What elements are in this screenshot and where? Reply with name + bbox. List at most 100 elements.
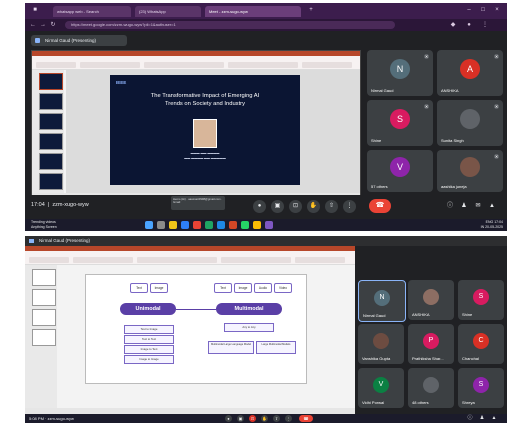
avatar	[460, 157, 480, 177]
app-icon[interactable]	[265, 221, 273, 229]
participant-name: Chanchal	[462, 356, 479, 361]
participant-tile[interactable]: S Shine ✕	[367, 100, 433, 146]
whatsapp-icon[interactable]	[241, 221, 249, 229]
participant-tile[interactable]: ANSHIKA	[408, 280, 454, 320]
participant-tile[interactable]: Sunita Singh ✕	[437, 100, 503, 146]
mail-icon[interactable]	[181, 221, 189, 229]
participant-tile[interactable]: C Chanchal	[458, 324, 504, 364]
extensions-icon[interactable]: ◆	[449, 21, 457, 29]
participant-name: 57 others	[371, 184, 388, 189]
avatar: V	[390, 157, 410, 177]
people-icon[interactable]: ♟	[459, 201, 469, 211]
slide-thumbnail[interactable]	[39, 173, 63, 190]
new-tab-icon[interactable]: +	[307, 6, 315, 14]
slide-thumbnail[interactable]	[32, 329, 56, 346]
end-call-icon: ☎	[303, 416, 309, 421]
forward-icon[interactable]: →	[39, 21, 47, 29]
ppt-ribbon	[32, 51, 360, 70]
participant-tile[interactable]: S Shine	[458, 280, 504, 320]
participant-tile[interactable]: Vanshika Gupta	[358, 324, 404, 364]
url-input[interactable]: https://meet.google.com/zzm-wugo-wyw?pli…	[65, 21, 395, 29]
unimodal-box: Image to Text	[124, 345, 174, 354]
participant-tile[interactable]: N Nirmal Gaud	[358, 280, 406, 322]
participant-tile[interactable]: N Nirmal Gaud ✕	[367, 50, 433, 96]
avatar: A	[460, 59, 480, 79]
avatar	[423, 289, 439, 305]
participant-name: Nirmal Gaud	[363, 313, 386, 318]
current-slide: IEEE The Transformative Impact of Emergi…	[110, 75, 300, 185]
participant-tile[interactable]: V Vidhi Porwal	[358, 368, 404, 408]
info-icon[interactable]: ⓘ	[445, 201, 455, 211]
unimodal-box: Image to Image	[124, 355, 174, 364]
meet-screenshot-1: whatsapp web - Search (23) WhatsApp Meet…	[25, 3, 507, 231]
slide-thumbnail[interactable]	[39, 113, 63, 130]
camera-icon[interactable]: ▣	[271, 200, 284, 213]
present-icon[interactable]: ⇧	[325, 200, 338, 213]
activities-icon[interactable]: ▲	[487, 201, 497, 211]
input-pill: Text	[214, 283, 232, 293]
more-icon[interactable]: ⋮	[343, 200, 356, 213]
window-menu-icon[interactable]: ■	[31, 6, 39, 14]
slide-thumbnail[interactable]	[32, 269, 56, 286]
raise-hand-icon[interactable]: ✋	[307, 200, 320, 213]
mic-off-icon: ✕	[494, 54, 499, 59]
participant-tile[interactable]: S Shreya	[458, 368, 504, 408]
mic-off-icon: ✕	[424, 104, 429, 109]
address-bar-row: ← → ↻ https://meet.google.com/zzm-wugo-w…	[25, 19, 507, 31]
participant-tile[interactable]: P Prathiksha Shar...	[408, 324, 454, 364]
participant-tile[interactable]: A ANSHIKA ✕	[437, 50, 503, 96]
meeting-code: zzm-xugo-wyw	[52, 202, 89, 208]
info-icon[interactable]: ⓘ	[465, 414, 475, 423]
gmail-icon[interactable]	[193, 221, 201, 229]
back-icon[interactable]: ←	[29, 21, 37, 29]
tab-meet[interactable]: Meet - zzm-sugo-wyw	[205, 6, 301, 17]
participant-tile-others[interactable]: 48 others	[408, 368, 454, 408]
raise-hand-icon[interactable]: ✋	[261, 415, 268, 422]
end-call-button[interactable]: ☎	[299, 415, 313, 422]
system-tray[interactable]: ENG 17:04 IN 20-05-2025	[481, 220, 503, 230]
slide-thumbnail[interactable]	[39, 93, 63, 110]
slide-thumbnail[interactable]	[32, 309, 56, 326]
end-call-button[interactable]: ☎	[369, 199, 391, 213]
powerpoint-icon[interactable]	[229, 221, 237, 229]
chat-icon[interactable]: ✉	[473, 201, 483, 211]
tab-search[interactable]: whatsapp web - Search	[53, 6, 131, 17]
weather-widget[interactable]: Trending videos Anything Screen	[31, 220, 57, 230]
maximize-icon[interactable]: □	[479, 6, 487, 14]
search-icon[interactable]	[157, 221, 165, 229]
edge-icon[interactable]	[217, 221, 225, 229]
slide-thumbnail[interactable]	[39, 73, 63, 90]
captions-icon[interactable]: ⊡	[289, 200, 302, 213]
captions-icon[interactable]: ⊡	[249, 415, 256, 422]
more-icon[interactable]: ⋮	[481, 21, 489, 29]
present-icon[interactable]: ⇧	[273, 415, 280, 422]
tab-label: Meet - zzm-sugo-wyw	[209, 9, 248, 14]
speaker-photo	[193, 119, 217, 148]
slide-thumbnail[interactable]	[32, 289, 56, 306]
mic-icon[interactable]: ●	[253, 200, 266, 213]
slide-thumbnail[interactable]	[39, 153, 63, 170]
refresh-icon[interactable]: ↻	[49, 21, 57, 29]
participant-name: aashika juneja	[441, 184, 467, 189]
mic-icon[interactable]: ●	[225, 415, 232, 422]
mic-off-icon: ✕	[494, 104, 499, 109]
tab-whatsapp[interactable]: (23) WhatsApp	[135, 6, 201, 17]
more-icon[interactable]: ⋮	[285, 415, 292, 422]
profile-icon[interactable]: ●	[465, 21, 473, 29]
participant-name: Vanshika Gupta	[362, 356, 391, 361]
file-explorer-icon[interactable]	[169, 221, 177, 229]
participant-tile[interactable]: aashika juneja ✕	[437, 150, 503, 192]
speaker-caption: ▬▬▬ ▬▬ ▬▬▬▬	[190, 151, 220, 155]
camera-icon[interactable]: ▣	[237, 415, 244, 422]
participant-tile-others[interactable]: V 57 others	[367, 150, 433, 192]
chrome-icon[interactable]	[253, 221, 261, 229]
slide-thumbnail[interactable]	[39, 133, 63, 150]
avatar	[460, 109, 480, 129]
meet-icon[interactable]	[205, 221, 213, 229]
input-pill: Video	[274, 283, 292, 293]
activities-icon[interactable]: ▲	[489, 414, 499, 423]
people-icon[interactable]: ♟	[477, 414, 487, 423]
close-icon[interactable]: ×	[493, 6, 501, 14]
minimize-icon[interactable]: –	[465, 6, 473, 14]
start-icon[interactable]	[145, 221, 153, 229]
